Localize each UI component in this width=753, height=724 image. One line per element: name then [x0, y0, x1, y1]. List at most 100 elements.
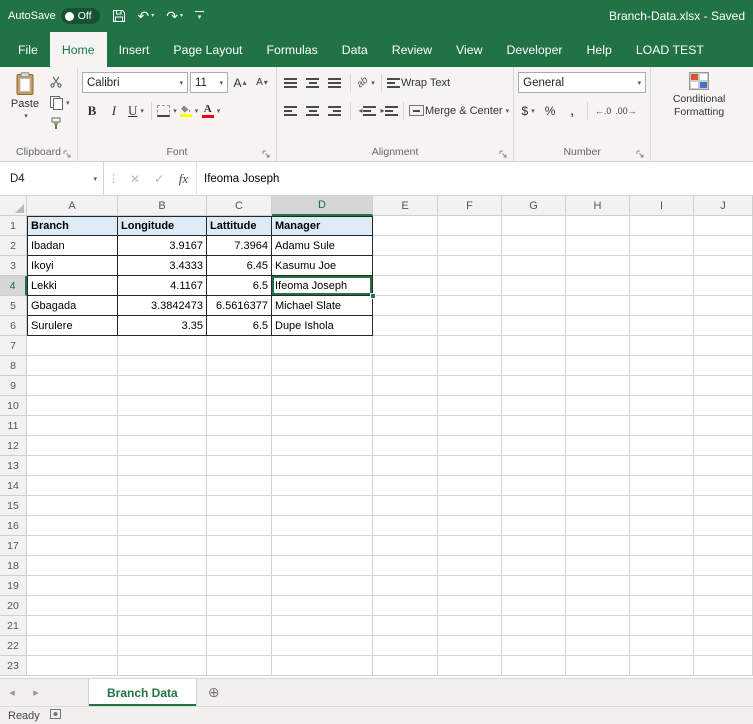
font-size-select[interactable]: 11 ▾	[189, 72, 228, 93]
cell-B6[interactable]: 3.35	[118, 316, 207, 336]
cell-C21[interactable]	[207, 616, 272, 636]
underline-dropdown-icon[interactable]: ▾	[140, 107, 144, 115]
cell-A14[interactable]	[27, 476, 118, 496]
cell-C3[interactable]: 6.45	[207, 256, 272, 276]
decrease-font-size-button[interactable]: A ▾	[252, 72, 272, 93]
cell-F1[interactable]	[438, 216, 502, 236]
formula-bar-handle[interactable]: ⋮	[104, 162, 123, 195]
cell-A6[interactable]: Surulere	[27, 316, 118, 336]
cell-D2[interactable]: Adamu Sule	[272, 236, 373, 256]
cell-E11[interactable]	[373, 416, 438, 436]
cell-G4[interactable]	[502, 276, 566, 296]
cell-I4[interactable]	[630, 276, 694, 296]
cell-D8[interactable]	[272, 356, 373, 376]
column-header-C[interactable]: C	[207, 196, 272, 216]
cell-B2[interactable]: 3.9167	[118, 236, 207, 256]
cell-E18[interactable]	[373, 556, 438, 576]
cell-C8[interactable]	[207, 356, 272, 376]
paste-button[interactable]: Paste ▾	[4, 70, 46, 140]
cell-H1[interactable]	[566, 216, 630, 236]
cell-G19[interactable]	[502, 576, 566, 596]
tab-file[interactable]: File	[6, 32, 50, 67]
cell-D3[interactable]: Kasumu Joe	[272, 256, 373, 276]
percent-style-button[interactable]: %	[540, 100, 560, 121]
top-align-button[interactable]	[281, 72, 301, 93]
cell-J2[interactable]	[694, 236, 753, 256]
name-box-dropdown-icon[interactable]: ▾	[93, 175, 97, 183]
cell-I8[interactable]	[630, 356, 694, 376]
cancel-icon[interactable]: ✕	[123, 162, 147, 195]
cell-F7[interactable]	[438, 336, 502, 356]
cell-J18[interactable]	[694, 556, 753, 576]
cell-F13[interactable]	[438, 456, 502, 476]
cell-C10[interactable]	[207, 396, 272, 416]
cell-J14[interactable]	[694, 476, 753, 496]
cell-H2[interactable]	[566, 236, 630, 256]
orientation-dropdown-icon[interactable]: ▾	[371, 79, 375, 87]
cell-B8[interactable]	[118, 356, 207, 376]
cell-D14[interactable]	[272, 476, 373, 496]
row-header-7[interactable]: 7	[0, 336, 27, 356]
comma-style-button[interactable]: ,	[562, 100, 582, 121]
tab-formulas[interactable]: Formulas	[254, 32, 329, 67]
cell-J1[interactable]	[694, 216, 753, 236]
cell-B14[interactable]	[118, 476, 207, 496]
undo-dropdown-icon[interactable]: ▾	[151, 13, 154, 19]
cell-J15[interactable]	[694, 496, 753, 516]
cell-H17[interactable]	[566, 536, 630, 556]
cell-A23[interactable]	[27, 656, 118, 676]
cell-A16[interactable]	[27, 516, 118, 536]
cell-C22[interactable]	[207, 636, 272, 656]
cell-D17[interactable]	[272, 536, 373, 556]
cell-F23[interactable]	[438, 656, 502, 676]
row-header-2[interactable]: 2	[0, 236, 27, 256]
cell-I10[interactable]	[630, 396, 694, 416]
cell-A13[interactable]	[27, 456, 118, 476]
cell-I9[interactable]	[630, 376, 694, 396]
tab-insert[interactable]: Insert	[107, 32, 162, 67]
align-left-button[interactable]	[281, 100, 301, 121]
cell-J17[interactable]	[694, 536, 753, 556]
cell-D11[interactable]	[272, 416, 373, 436]
cell-E3[interactable]	[373, 256, 438, 276]
row-header-6[interactable]: 6	[0, 316, 27, 336]
increase-indent-button[interactable]: ▸	[378, 100, 399, 121]
cell-J12[interactable]	[694, 436, 753, 456]
row-header-22[interactable]: 22	[0, 636, 27, 656]
cell-F16[interactable]	[438, 516, 502, 536]
cell-C17[interactable]	[207, 536, 272, 556]
cell-F6[interactable]	[438, 316, 502, 336]
cell-H3[interactable]	[566, 256, 630, 276]
column-header-G[interactable]: G	[502, 196, 566, 216]
cell-B20[interactable]	[118, 596, 207, 616]
column-header-F[interactable]: F	[438, 196, 502, 216]
cell-E4[interactable]	[373, 276, 438, 296]
cell-E12[interactable]	[373, 436, 438, 456]
cell-F12[interactable]	[438, 436, 502, 456]
row-header-20[interactable]: 20	[0, 596, 27, 616]
cell-I16[interactable]	[630, 516, 694, 536]
cell-C13[interactable]	[207, 456, 272, 476]
cell-F17[interactable]	[438, 536, 502, 556]
middle-align-button[interactable]	[303, 72, 323, 93]
cell-B23[interactable]	[118, 656, 207, 676]
cell-C14[interactable]	[207, 476, 272, 496]
cell-H15[interactable]	[566, 496, 630, 516]
borders-button[interactable]: ▾	[157, 100, 177, 121]
cell-E8[interactable]	[373, 356, 438, 376]
paste-dropdown-icon[interactable]: ▾	[24, 112, 28, 120]
cell-E7[interactable]	[373, 336, 438, 356]
row-header-1[interactable]: 1	[0, 216, 27, 236]
macro-record-icon[interactable]	[49, 709, 61, 722]
alignment-dialog-launcher[interactable]	[499, 150, 508, 159]
wrap-text-button[interactable]: Wrap Text	[386, 72, 450, 93]
fill-color-button[interactable]: ▾	[179, 100, 199, 121]
number-dialog-launcher[interactable]	[636, 150, 645, 159]
cell-C18[interactable]	[207, 556, 272, 576]
cell-J20[interactable]	[694, 596, 753, 616]
row-header-5[interactable]: 5	[0, 296, 27, 316]
cell-I17[interactable]	[630, 536, 694, 556]
cell-B9[interactable]	[118, 376, 207, 396]
format-painter-button[interactable]	[50, 115, 70, 132]
cell-E19[interactable]	[373, 576, 438, 596]
